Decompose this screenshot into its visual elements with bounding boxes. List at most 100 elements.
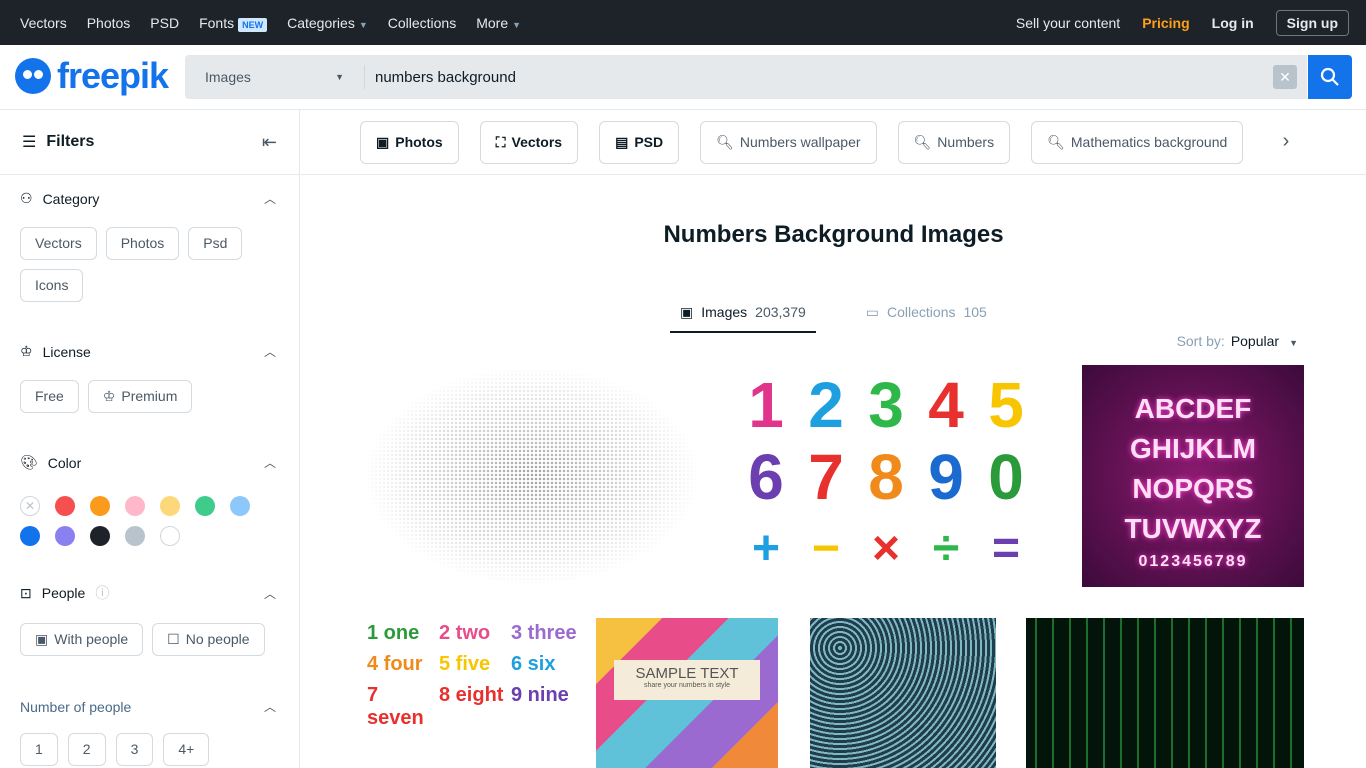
tag-mathematics-background[interactable]: 🔍︎ Mathematics background [1031, 120, 1244, 164]
nav-categories[interactable]: Categories ▼ [287, 15, 368, 31]
people-count-4plus[interactable]: 4+ [163, 733, 210, 766]
color-swatch[interactable] [125, 496, 145, 516]
license-filter: ♔ License ︿ Free ♔ Premium [20, 343, 276, 413]
neon-text: GHIJKLM [1130, 433, 1256, 464]
vector-icon: ⛶ [495, 133, 506, 150]
caret-down-icon: ▼ [358, 19, 368, 30]
nav-vectors[interactable]: Vectors [20, 15, 67, 31]
filters-sidebar: ☰ Filters ⇤ ⚇ Category ︿ Vectors Photos Ps… [0, 110, 300, 768]
image-icon: ▣ [680, 304, 694, 320]
neon-text: NOPQRS [1132, 473, 1254, 504]
tab-collections[interactable]: ▭ Collections 105 [856, 300, 997, 333]
image-halftone-numbers[interactable] [362, 365, 702, 587]
color-swatch[interactable] [55, 496, 75, 516]
image-sample-text-numbers[interactable]: SAMPLE TEXT share your numbers in style [596, 618, 778, 768]
color-swatch[interactable] [160, 526, 180, 546]
search-icon: 🔍︎ [913, 133, 932, 150]
logo-icon [15, 58, 51, 94]
nav-more[interactable]: More ▼ [476, 15, 521, 31]
result-tabs: ▣ Images 203,379 ▭ Collections 105 [670, 300, 997, 333]
number-of-people-header[interactable]: Number of people ︿ [20, 698, 276, 715]
category-title: Category [42, 190, 100, 207]
license-premium[interactable]: ♔ Premium [87, 380, 193, 413]
number-glyph: 3 [868, 369, 904, 441]
color-none-swatch[interactable]: ✕ [20, 496, 40, 516]
number-glyph: 7 [808, 441, 844, 513]
nav-collections[interactable]: Collections [388, 15, 456, 31]
number-glyph: 5 [988, 369, 1024, 441]
color-swatch[interactable] [195, 496, 215, 516]
people-count-3[interactable]: 3 [115, 733, 154, 766]
color-swatch[interactable] [90, 496, 110, 516]
license-premium-label: Premium [121, 388, 178, 404]
category-header[interactable]: ⚇ Category ︿ [20, 190, 276, 207]
search-button[interactable] [1308, 55, 1352, 99]
freepik-logo[interactable]: freepik [15, 55, 169, 97]
chevron-right-icon[interactable]: › [1266, 130, 1306, 153]
license-free[interactable]: Free [20, 380, 79, 413]
color-swatch[interactable] [160, 496, 180, 516]
image-colorful-numbers[interactable]: 12345 67890 +−× ÷ =? [730, 365, 1046, 587]
number-glyph: 8 [868, 441, 904, 513]
image-teal-pattern[interactable] [810, 618, 996, 768]
chevron-up-icon[interactable]: ︿ [264, 454, 276, 471]
nav-photos[interactable]: Photos [87, 15, 131, 31]
clear-search-icon[interactable]: ✕ [1273, 65, 1297, 89]
category-psd[interactable]: Psd [188, 227, 243, 260]
chevron-up-icon[interactable]: ︿ [264, 698, 276, 715]
color-swatch[interactable] [125, 526, 145, 546]
license-header[interactable]: ♔ License ︿ [20, 343, 276, 360]
category-icons[interactable]: Icons [20, 269, 84, 302]
sell-content-link[interactable]: Sell your content [1016, 15, 1120, 31]
color-header[interactable]: 🎨︎ Color ︿ [20, 454, 276, 471]
chevron-up-icon[interactable]: ︿ [264, 585, 276, 602]
search-icon [1320, 67, 1339, 86]
tab-count: 203,379 [755, 304, 806, 320]
tag-numbers-wallpaper[interactable]: 🔍︎ Numbers wallpaper [700, 120, 877, 164]
filters-title: Filters [46, 133, 95, 150]
tab-images[interactable]: ▣ Images 203,379 [670, 300, 816, 333]
number-glyph: 6 [748, 441, 784, 513]
number-glyph: ? [736, 585, 796, 587]
signup-button[interactable]: Sign up [1275, 9, 1349, 36]
chevron-up-icon[interactable]: ︿ [264, 343, 276, 360]
tag-numbers[interactable]: 🔍︎ Numbers [897, 120, 1011, 164]
tag-vectors[interactable]: ⛶ Vectors [479, 120, 579, 164]
search-box: Images ▼ ✕ [185, 55, 1307, 99]
category-photos[interactable]: Photos [105, 227, 180, 260]
collapse-sidebar-icon[interactable]: ⇤ [262, 132, 277, 153]
no-people-option[interactable]: ☐ No people [152, 623, 265, 656]
kids-number-label: 4 four [367, 653, 423, 675]
color-swatch[interactable] [55, 526, 75, 546]
color-swatch[interactable] [20, 526, 40, 546]
pricing-link[interactable]: Pricing [1142, 15, 1189, 31]
kids-number-label: 2 two [439, 622, 491, 644]
color-swatch[interactable] [90, 526, 110, 546]
color-swatch[interactable] [230, 496, 250, 516]
image-kids-numbers[interactable]: 1 one 2 two 3 three 4 four 5 five 6 six 7 seve… [363, 618, 578, 768]
kids-number-label: 1 one [367, 622, 420, 644]
login-link[interactable]: Log in [1212, 15, 1254, 31]
tag-photos[interactable]: ▣ Photos [360, 120, 459, 164]
sort-dropdown[interactable]: Sort by: Popular ▼ [1177, 333, 1298, 349]
search-type-dropdown[interactable]: Images ▼ [185, 65, 365, 89]
image-matrix-code[interactable] [1026, 618, 1304, 768]
chevron-up-icon[interactable]: ︿ [264, 190, 276, 207]
people-count-1[interactable]: 1 [20, 733, 58, 766]
person-image-icon: ▣ [35, 631, 49, 647]
image-neon-alphabet[interactable]: ABCDEF GHIJKLM NOPQRS TUVWXYZ 0123456789 [1082, 365, 1304, 587]
kids-number-label: 8 eight [439, 684, 504, 706]
nav-categories-label: Categories [287, 14, 355, 31]
info-icon[interactable]: ⓘ [95, 583, 109, 603]
people-header[interactable]: ⊡ People ⓘ ︿ [20, 583, 276, 603]
color-title: Color [47, 454, 82, 471]
crown-icon: ♔ [20, 343, 33, 359]
category-vectors[interactable]: Vectors [20, 227, 97, 260]
nav-psd[interactable]: PSD [150, 15, 179, 31]
tag-psd[interactable]: ▤ PSD [599, 120, 680, 164]
people-count-2[interactable]: 2 [67, 733, 106, 766]
search-input[interactable] [365, 68, 1273, 86]
with-people-option[interactable]: ▣ With people [20, 623, 144, 656]
number-glyph: × [871, 522, 901, 575]
nav-fonts[interactable]: Fonts NEW [199, 15, 268, 32]
